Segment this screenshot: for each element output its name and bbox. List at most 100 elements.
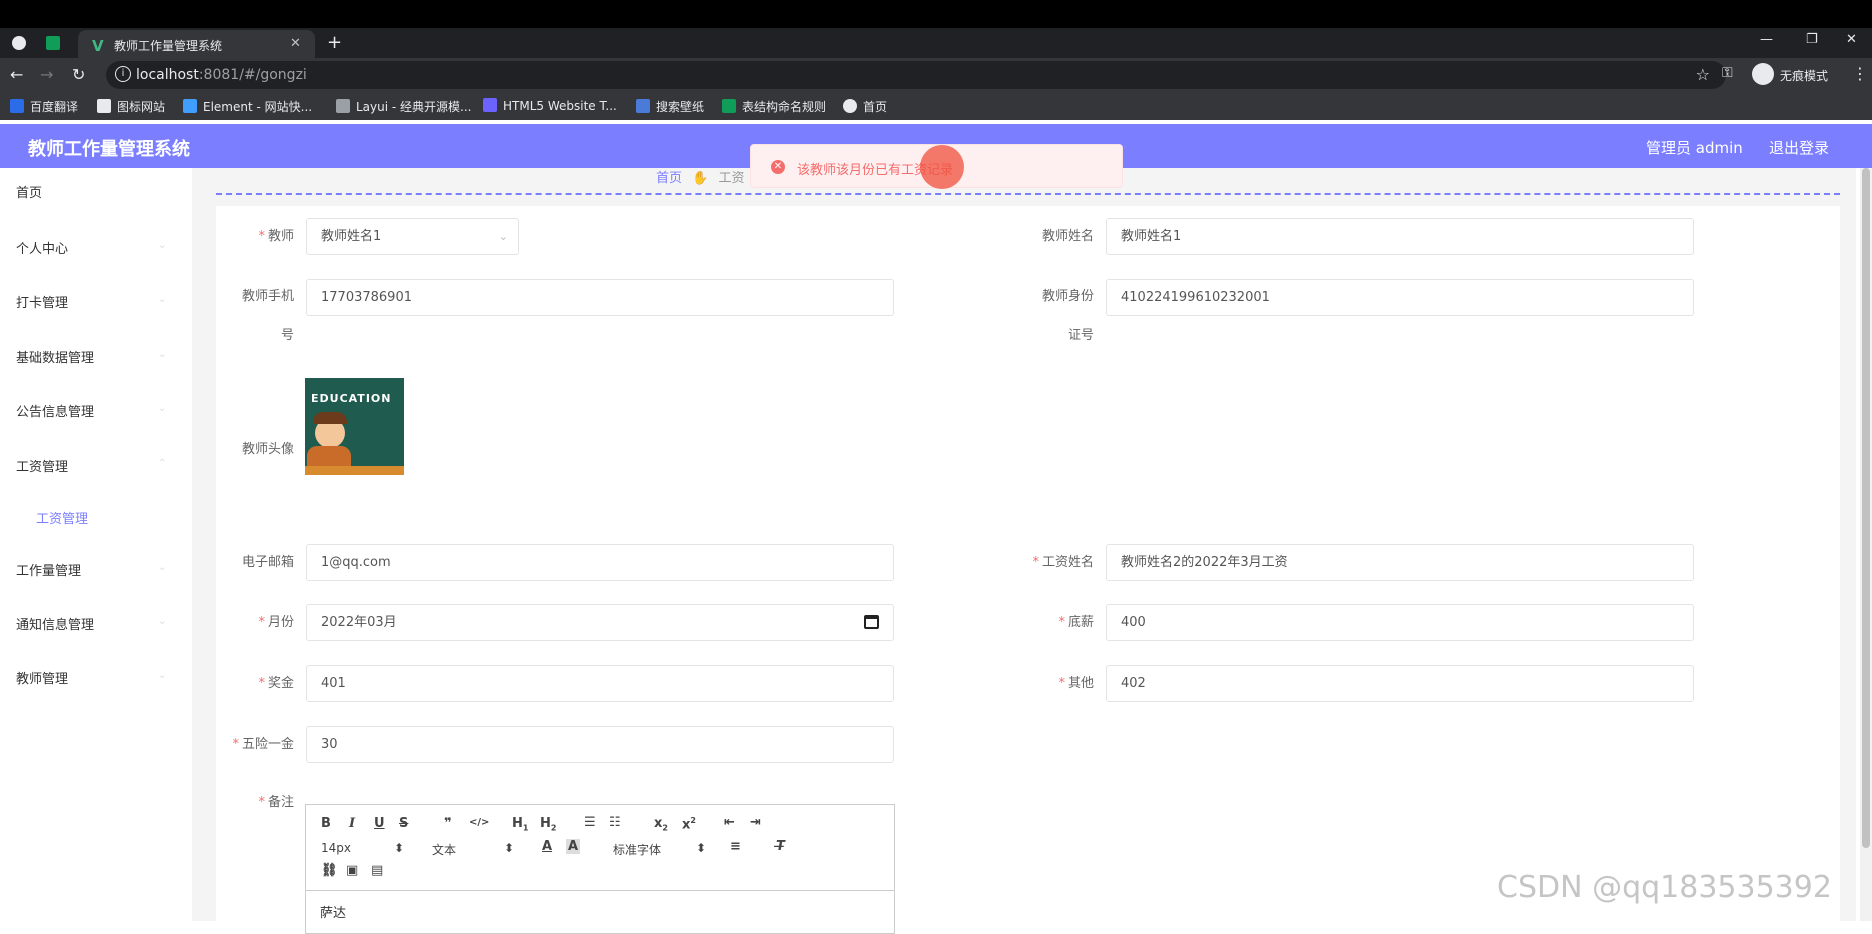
avatar-label: 教师头像: [241, 442, 294, 457]
bookmark-item[interactable]: 百度翻译: [10, 98, 78, 115]
sidebar-subitem-salary[interactable]: 工资管理: [36, 508, 88, 527]
close-tab-icon[interactable]: ✕: [290, 36, 301, 51]
code-icon[interactable]: </>: [469, 817, 489, 828]
sidebar-item-notification[interactable]: 通知信息管理: [16, 614, 94, 633]
bookmark-star-icon[interactable]: ☆: [1696, 65, 1710, 84]
clear-format-icon[interactable]: T̶: [776, 839, 785, 854]
italic-icon[interactable]: I: [349, 816, 355, 831]
superscript-icon[interactable]: x2: [682, 816, 696, 832]
text-style-select[interactable]: 文本: [432, 841, 456, 858]
other-field[interactable]: 402: [1106, 665, 1694, 702]
salary-name-field[interactable]: 教师姓名2的2022年3月工资: [1106, 544, 1694, 581]
sidebar-item-checkin[interactable]: 打卡管理: [16, 292, 68, 311]
sidebar-item-workload[interactable]: 工作量管理: [16, 560, 81, 579]
quote-icon[interactable]: ❞: [444, 816, 452, 831]
error-icon: ✕: [771, 160, 785, 174]
ordered-list-icon[interactable]: ☰: [584, 815, 596, 830]
chevron-down-icon: ⌄: [158, 240, 167, 251]
base-salary-field[interactable]: 400: [1106, 604, 1694, 641]
wallpaper-icon: [636, 99, 650, 113]
bookmark-item[interactable]: 首页: [843, 98, 887, 115]
window-close-icon[interactable]: ✕: [1846, 32, 1857, 47]
logout-button[interactable]: 退出登录: [1769, 137, 1829, 158]
other-label: * 其他: [1058, 676, 1094, 691]
chevron-updown-icon: ⬍: [394, 841, 405, 855]
remark-content[interactable]: 萨达: [320, 902, 346, 921]
video-icon[interactable]: ▤: [371, 863, 383, 878]
bullet-list-icon[interactable]: ☷: [609, 815, 621, 830]
watermark: CSDN @qq183535392: [1497, 870, 1832, 905]
insurance-field[interactable]: 30: [306, 726, 894, 763]
sheets-icon[interactable]: [46, 36, 60, 50]
browser-menu-icon[interactable]: ⋮: [1852, 64, 1868, 83]
sidebar-item-basedata[interactable]: 基础数据管理: [16, 347, 94, 366]
restore-icon[interactable]: ❐: [1806, 32, 1818, 47]
teacher-select[interactable]: 教师姓名1 ⌄: [306, 218, 519, 255]
chevron-up-icon: ⌃: [158, 458, 167, 469]
page-scrollbar[interactable]: [1860, 168, 1872, 921]
sidebar-item-home[interactable]: 首页: [16, 182, 42, 201]
forward-icon[interactable]: →: [40, 65, 53, 84]
sidebar-item-salary[interactable]: 工资管理: [16, 456, 68, 475]
teacher-label: * 教师: [258, 229, 294, 244]
bonus-field[interactable]: 401: [306, 665, 894, 702]
teacher-name-label: 教师姓名: [1041, 229, 1094, 244]
scrollbar-thumb[interactable]: [1862, 168, 1870, 848]
strike-icon[interactable]: S: [399, 816, 408, 831]
email-label: 电子邮箱: [241, 555, 294, 570]
breadcrumb-home[interactable]: 首页: [656, 171, 682, 186]
globe-icon[interactable]: [12, 36, 26, 50]
calendar-icon[interactable]: [864, 615, 879, 629]
back-icon[interactable]: ←: [10, 65, 23, 84]
sidebar: 首页 个人中心 ⌄ 打卡管理 ⌄ 基础数据管理 ⌄ 公告信息管理 ⌄ 工资管理 …: [0, 168, 192, 921]
bookmark-item[interactable]: Element - 网站快...: [183, 98, 312, 115]
underline-icon[interactable]: U: [374, 816, 385, 831]
sidebar-item-notice[interactable]: 公告信息管理: [16, 401, 94, 420]
bookmark-item[interactable]: 图标网站: [97, 98, 165, 115]
bookmark-item[interactable]: HTML5 Website T...: [483, 98, 617, 113]
breadcrumb-current: 工资: [718, 171, 745, 186]
subscript-icon[interactable]: x2: [654, 816, 668, 833]
key-icon[interactable]: ⚿: [1722, 65, 1733, 81]
bookmark-item[interactable]: 表结构命名规则: [722, 98, 826, 115]
bold-icon[interactable]: B: [321, 816, 331, 831]
teacher-name-field[interactable]: 教师姓名1: [1106, 218, 1694, 255]
outdent-icon[interactable]: ⇤: [724, 815, 735, 830]
bookmark-item[interactable]: Layui - 经典开源模...: [336, 98, 471, 115]
bookmark-item[interactable]: 搜索壁纸: [636, 98, 704, 115]
align-icon[interactable]: ≡: [730, 839, 741, 854]
idcard-field[interactable]: 410224199610232001: [1106, 279, 1694, 316]
image-icon[interactable]: ▣: [346, 863, 358, 878]
chevron-down-icon: ⌄: [158, 670, 167, 681]
h2-icon[interactable]: H2: [540, 816, 556, 833]
month-label: * 月份: [258, 615, 294, 630]
address-bar[interactable]: i localhost:8081/#/gongzi ☆: [106, 61, 1726, 89]
admin-label: 管理员 admin: [1646, 139, 1743, 157]
email-field[interactable]: 1@qq.com: [306, 544, 894, 581]
font-size-select[interactable]: 14px: [321, 841, 351, 855]
month-picker[interactable]: 2022年03月: [306, 604, 894, 641]
url-text[interactable]: localhost:8081/#/gongzi: [136, 67, 307, 83]
incognito-label: 无痕模式: [1780, 69, 1829, 83]
sidebar-item-teacher[interactable]: 教师管理: [16, 668, 68, 687]
remark-editor[interactable]: B I U S ❞ </> H1 H2 ☰ ☷ x2 x2 ⇤ ⇥ 14px ⬍…: [305, 804, 895, 934]
indent-icon[interactable]: ⇥: [750, 815, 761, 830]
reload-icon[interactable]: ↻: [72, 65, 85, 84]
h1-icon[interactable]: H1: [512, 816, 528, 833]
font-family-select[interactable]: 标准字体: [613, 841, 661, 858]
phone-field[interactable]: 17703786901: [306, 279, 894, 316]
link-icon[interactable]: ⛓: [321, 863, 338, 878]
click-indicator: [920, 145, 964, 189]
translate-icon: [10, 99, 24, 113]
teacher-avatar-image[interactable]: EDUCATION: [305, 378, 404, 475]
font-color-icon[interactable]: A: [542, 839, 552, 854]
new-tab-icon[interactable]: +: [327, 32, 342, 53]
phone-label: 教师手机: [241, 289, 294, 304]
browser-tab[interactable]: V 教师工作量管理系统 ✕: [78, 30, 315, 58]
minimize-icon[interactable]: —: [1760, 32, 1773, 47]
sidebar-item-personal[interactable]: 个人中心: [16, 238, 68, 257]
background-color-icon[interactable]: A: [566, 839, 581, 854]
desk-icon: [305, 466, 404, 475]
remark-label: * 备注: [258, 795, 294, 810]
info-icon[interactable]: i: [115, 66, 131, 82]
